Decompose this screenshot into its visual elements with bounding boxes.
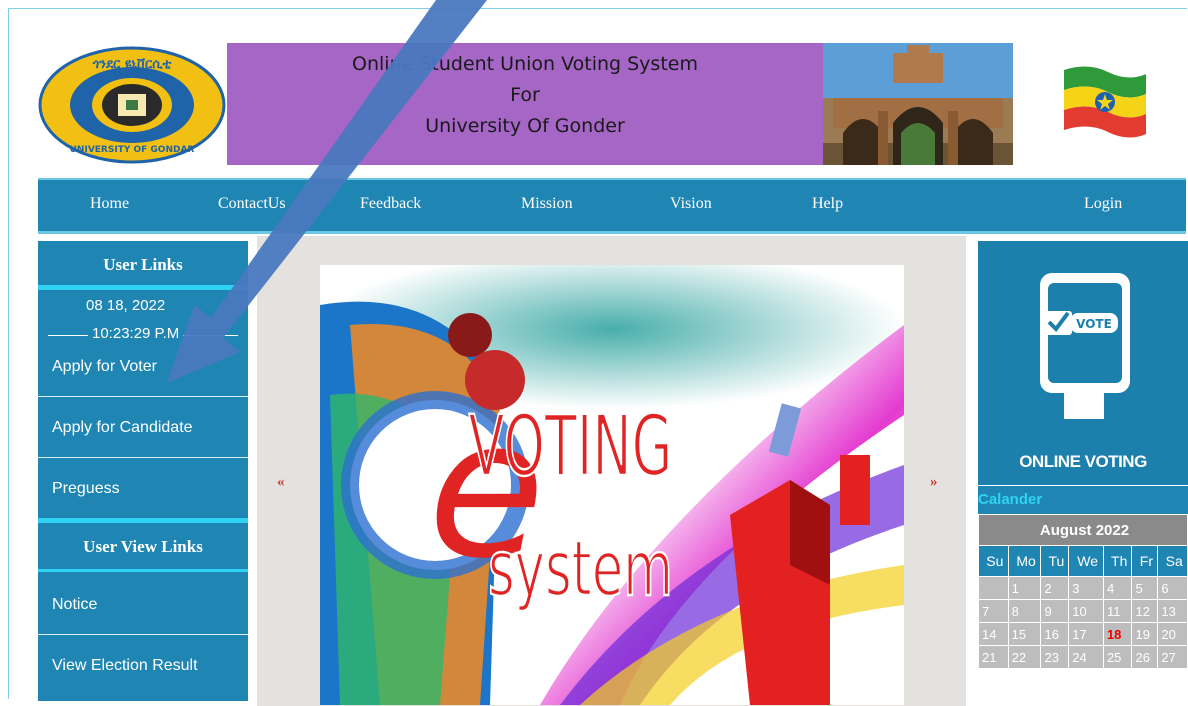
- site-title-line2: For: [510, 84, 540, 106]
- nav-home[interactable]: Home: [90, 195, 129, 213]
- apply-for-voter-link[interactable]: Apply for Voter: [38, 337, 248, 397]
- nav-login[interactable]: Login: [1084, 195, 1122, 213]
- calendar-day[interactable]: 6: [1157, 576, 1188, 600]
- weekday-header: Fr: [1131, 545, 1159, 577]
- slider-next-button[interactable]: »: [930, 474, 938, 491]
- main-navbar: Home ContactUs Feedback Mission Vision H…: [38, 178, 1186, 234]
- calendar-day[interactable]: 15: [1007, 622, 1042, 646]
- user-sidebar: User Links 08 18, 2022 10:23:29 P.M Appl…: [38, 241, 248, 701]
- calendar-day[interactable]: 21: [978, 645, 1009, 669]
- nav-mission[interactable]: Mission: [521, 195, 573, 213]
- university-gate-photo: [823, 43, 1013, 165]
- evoting-slide-image: e VOTING system: [320, 265, 904, 705]
- preguess-link[interactable]: Preguess: [38, 459, 248, 519]
- calendar-day[interactable]: 20: [1157, 622, 1188, 646]
- nav-help[interactable]: Help: [812, 195, 843, 213]
- calendar-day[interactable]: 24: [1068, 645, 1104, 669]
- online-voting-caption: ONLINE VOTING: [1019, 452, 1147, 471]
- calendar-day[interactable]: 14: [978, 622, 1009, 646]
- nav-contactus[interactable]: ContactUs: [218, 195, 286, 213]
- calendar-day[interactable]: 16: [1040, 622, 1070, 646]
- weekday-header: Th: [1102, 545, 1133, 577]
- calendar-day[interactable]: 4: [1102, 576, 1133, 600]
- apply-for-candidate-link[interactable]: Apply for Candidate: [38, 398, 248, 458]
- calendar-day[interactable]: 27: [1157, 645, 1188, 669]
- slide-system-text: system: [488, 524, 673, 613]
- notice-link[interactable]: Notice: [38, 575, 248, 635]
- calendar-label: Calander: [978, 486, 1188, 514]
- slider-prev-button[interactable]: «: [277, 474, 285, 491]
- calendar-day[interactable]: 23: [1040, 645, 1070, 669]
- calendar-day[interactable]: 9: [1040, 599, 1070, 623]
- calendar-day[interactable]: 13: [1157, 599, 1188, 623]
- header-banner: Online Student Union Voting System For U…: [227, 43, 823, 165]
- weekday-header: We: [1068, 545, 1104, 577]
- sidebar-divider: [38, 518, 248, 523]
- calendar-day[interactable]: 26: [1131, 645, 1159, 669]
- current-date: 08 18, 2022: [86, 297, 166, 314]
- calendar-month: August 2022: [978, 514, 1188, 546]
- calendar-day[interactable]: 17: [1068, 622, 1104, 646]
- calendar-day[interactable]: 11: [1102, 599, 1133, 623]
- nav-feedback[interactable]: Feedback: [360, 195, 421, 213]
- calendar-day-today[interactable]: 18: [1102, 622, 1133, 646]
- calendar-day[interactable]: 2: [1040, 576, 1070, 600]
- calendar-day[interactable]: 22: [1007, 645, 1042, 669]
- calendar-day[interactable]: 8: [1007, 599, 1042, 623]
- sidebar-divider: [38, 569, 248, 572]
- logo-text-bottom: UNIVERSITY OF GONDAR: [70, 145, 195, 155]
- ethiopia-flag-icon: [1058, 60, 1150, 152]
- logo-text-top: ጎንደር ዩኒቨርሲቲ: [92, 57, 172, 72]
- slide-voting-text: VOTING: [469, 397, 673, 495]
- vote-badge-text: VOTE: [1076, 317, 1112, 331]
- sidebar-divider: [38, 285, 248, 290]
- weekday-header: Mo: [1007, 545, 1042, 577]
- calendar-day[interactable]: 1: [1007, 576, 1042, 600]
- online-voting-image: VOTE: [978, 241, 1188, 485]
- calendar-day[interactable]: 7: [978, 599, 1009, 623]
- weekday-header: Sa: [1157, 545, 1188, 577]
- weekday-header: Tu: [1040, 545, 1070, 577]
- nav-vision[interactable]: Vision: [670, 195, 712, 213]
- view-election-result-link[interactable]: View Election Result: [38, 636, 248, 696]
- calendar-day[interactable]: 3: [1068, 576, 1104, 600]
- weekday-header: Su: [978, 545, 1009, 577]
- site-title-line1: Online Student Union Voting System: [352, 53, 698, 75]
- calendar-day[interactable]: 12: [1131, 599, 1159, 623]
- calendar-day: [978, 576, 1009, 600]
- calendar-day[interactable]: 25: [1102, 645, 1133, 669]
- user-links-heading: User Links: [103, 255, 183, 274]
- site-title-line3: University Of Gonder: [425, 115, 625, 137]
- user-view-links-heading: User View Links: [83, 537, 203, 556]
- calendar: August 2022 Su Mo Tu We Th Fr Sa 1 2 3 4…: [978, 514, 1188, 669]
- calendar-day[interactable]: 19: [1131, 622, 1159, 646]
- university-logo: ጎንደር ዩኒቨርሲቲ UNIVERSITY OF GONDAR: [38, 46, 226, 164]
- calendar-day[interactable]: 5: [1131, 576, 1159, 600]
- calendar-day[interactable]: 10: [1068, 599, 1104, 623]
